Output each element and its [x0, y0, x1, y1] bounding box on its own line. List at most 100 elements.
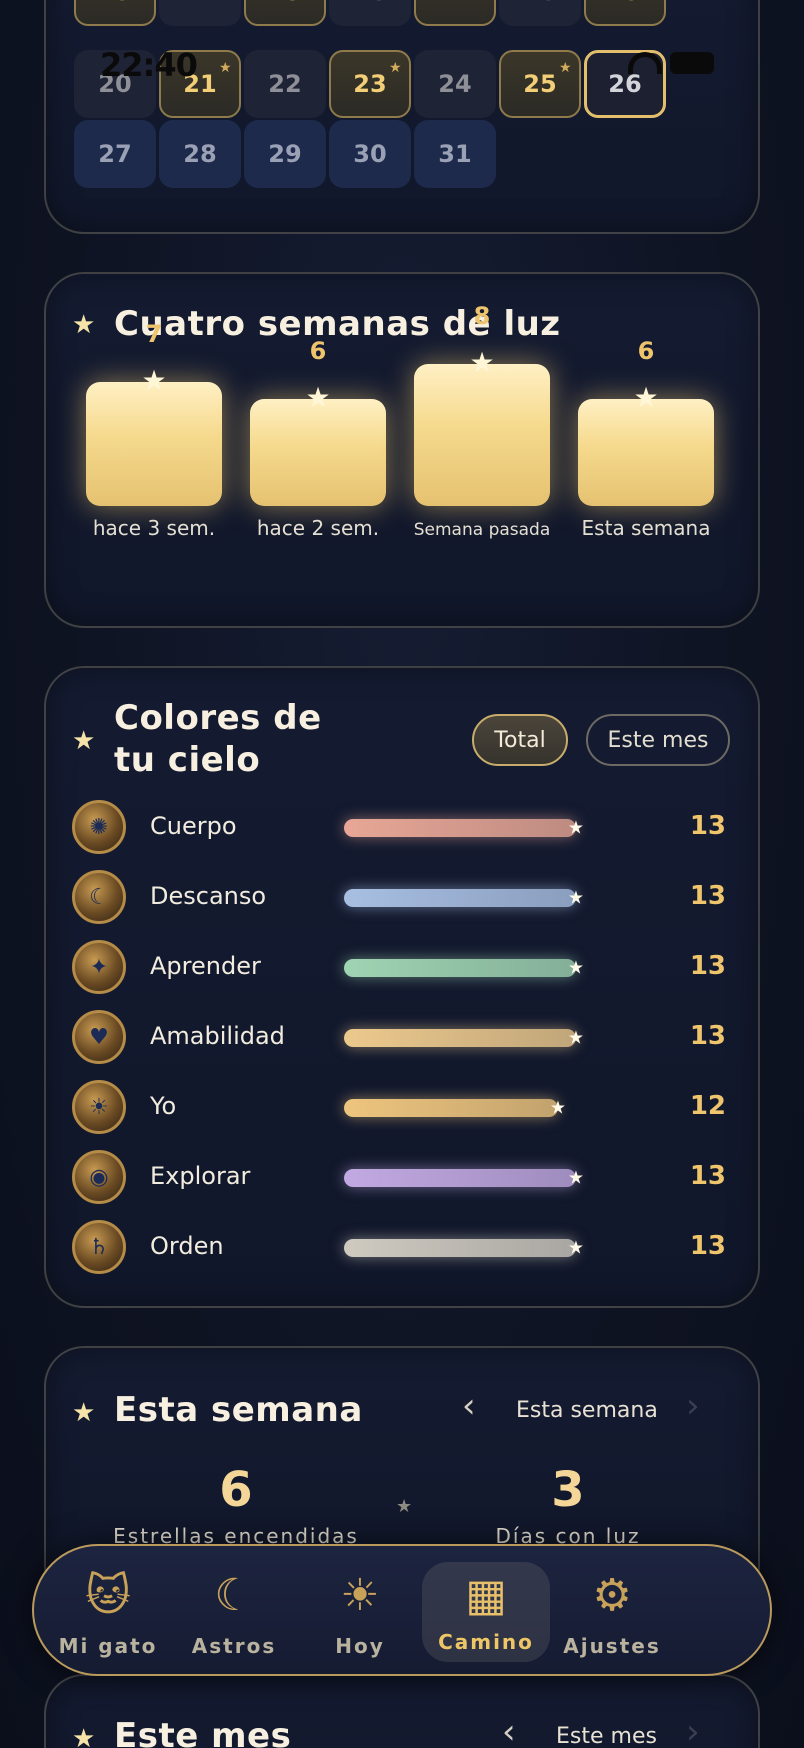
medal-glyph: ✦: [89, 954, 109, 980]
category-count: 13: [689, 1231, 726, 1261]
month-card: ★ Este mes ‹ Este mes ›: [44, 1674, 760, 1748]
calendar-day[interactable]: 19: [584, 0, 666, 26]
bar-end-star-icon: ★: [567, 957, 585, 979]
bar-value-label: 7: [145, 320, 163, 348]
planet-medallion-icon: ◉: [72, 1150, 126, 1204]
category-bar: [344, 1239, 576, 1257]
stars-value: 6: [219, 1462, 253, 1518]
tab-astros[interactable]: ☾ Astros: [170, 1546, 298, 1674]
moon-icon: ☾: [214, 1569, 254, 1621]
month-title: Este mes: [114, 1716, 292, 1748]
gear-icon: ⚙: [592, 1569, 632, 1621]
bar-star-icon: ★: [633, 381, 659, 414]
colors-title-line1: Colores de: [114, 698, 322, 738]
day-star-icon: ★: [389, 60, 402, 76]
bar-end-star-icon: ★: [567, 1027, 585, 1049]
category-bar: [344, 959, 576, 977]
divider-star-icon: ★: [396, 1496, 413, 1517]
status-time: 22:40: [100, 46, 198, 84]
bar-end-star-icon: ★: [567, 1237, 585, 1259]
calendar-day[interactable]: 27: [74, 120, 156, 188]
next-week-button[interactable]: ›: [686, 1386, 700, 1426]
calendar-icon: ▦: [465, 1569, 507, 1621]
category-count: 13: [689, 881, 726, 911]
weeks-title: Cuatro semanas de luz: [114, 304, 561, 344]
week-bar: [578, 399, 714, 506]
calendar-day[interactable]: 30: [329, 120, 411, 188]
calendar-day[interactable]: 18: [499, 0, 581, 26]
calendar-day[interactable]: 28: [159, 120, 241, 188]
calendar-day[interactable]: 13: [74, 0, 156, 26]
star-icon: ★: [72, 310, 96, 340]
tab-label: Ajustes: [563, 1634, 661, 1658]
bar-end-star-icon: ★: [567, 817, 585, 839]
saturn-medallion-icon: ♄: [72, 1220, 126, 1274]
calendar-day[interactable]: 24: [414, 50, 496, 118]
sun-icon: ☀: [340, 1569, 380, 1621]
category-bar: [344, 1099, 558, 1117]
day-star-icon: ★: [219, 60, 232, 76]
week-bar: [414, 364, 550, 506]
month-nav-label: Este mes: [556, 1724, 657, 1748]
filter-month-button[interactable]: Este mes: [586, 714, 730, 766]
bar-end-star-icon: ★: [549, 1097, 567, 1119]
bar-category-label: Esta semana: [581, 516, 711, 540]
bar-value-label: 6: [637, 337, 655, 365]
tab-camino[interactable]: ▦ Camino: [422, 1562, 550, 1662]
week-title: Esta semana: [114, 1390, 363, 1430]
medal-glyph: ☾: [89, 884, 109, 910]
next-month-button[interactable]: ›: [686, 1712, 700, 1748]
category-name: Cuerpo: [150, 812, 237, 840]
bar-star-icon: ★: [469, 346, 495, 379]
tab-label: Astros: [191, 1634, 277, 1658]
medal-glyph: ◉: [89, 1164, 109, 1190]
calendar-day[interactable]: 17: [414, 0, 496, 26]
tab-label: Camino: [438, 1630, 534, 1654]
category-count: 13: [689, 811, 726, 841]
calendar-day[interactable]: 16: [329, 0, 411, 26]
calendar-card: 131415161718192021★2223★2425★26272829303…: [44, 0, 760, 234]
calendar-day[interactable]: 31: [414, 120, 496, 188]
category-bar: [344, 889, 576, 907]
filter-total-button[interactable]: Total: [472, 714, 568, 766]
star-icon: ★: [72, 726, 96, 756]
bar-end-star-icon: ★: [567, 887, 585, 909]
category-name: Explorar: [150, 1162, 251, 1190]
calendar-day[interactable]: 22: [244, 50, 326, 118]
calendar-day[interactable]: 14: [159, 0, 241, 26]
moon-medallion-icon: ☾: [72, 870, 126, 924]
bar-category-label: hace 2 sem.: [256, 516, 380, 540]
bar-star-icon: ★: [141, 364, 167, 397]
tab-bar: 🐱 Mi gato ☾ Astros ☀ Hoy ▦ Camino ⚙ Ajustes: [32, 1544, 772, 1676]
category-name: Yo: [150, 1092, 177, 1120]
sun-face-medallion-icon: ☀: [72, 1080, 126, 1134]
tab-ajustes[interactable]: ⚙ Ajustes: [548, 1546, 676, 1674]
category-count: 13: [689, 951, 726, 981]
category-count: 13: [689, 1161, 726, 1191]
prev-month-button[interactable]: ‹: [502, 1712, 516, 1748]
category-name: Descanso: [150, 882, 267, 910]
heart-medallion-icon: ♥: [72, 1010, 126, 1064]
calendar-day[interactable]: 15: [244, 0, 326, 26]
week-bar: [250, 399, 386, 506]
category-count: 12: [689, 1091, 726, 1121]
bar-category-label: Semana pasada: [413, 520, 551, 540]
medal-glyph: ☀: [89, 1094, 109, 1120]
medal-glyph: ✺: [89, 814, 109, 840]
category-name: Amabilidad: [150, 1022, 285, 1050]
bar-end-star-icon: ★: [567, 1167, 585, 1189]
category-name: Orden: [150, 1232, 224, 1260]
prev-week-button[interactable]: ‹: [462, 1386, 476, 1426]
battery-icon: [670, 52, 714, 74]
colors-card: ★ Colores de tu cielo Total Este mes ✺ Cu…: [44, 666, 760, 1308]
day-star-icon: ★: [559, 60, 572, 76]
bar-value-label: 6: [309, 337, 327, 365]
tab-mi-gato[interactable]: 🐱 Mi gato: [44, 1546, 172, 1674]
calendar-day[interactable]: 29: [244, 120, 326, 188]
colors-title-line2: tu cielo: [114, 740, 261, 780]
status-icons: [628, 52, 714, 74]
tab-hoy[interactable]: ☀ Hoy: [296, 1546, 424, 1674]
category-bar: [344, 819, 576, 837]
sun-medallion-icon: ✺: [72, 800, 126, 854]
tab-label: Mi gato: [58, 1634, 158, 1658]
